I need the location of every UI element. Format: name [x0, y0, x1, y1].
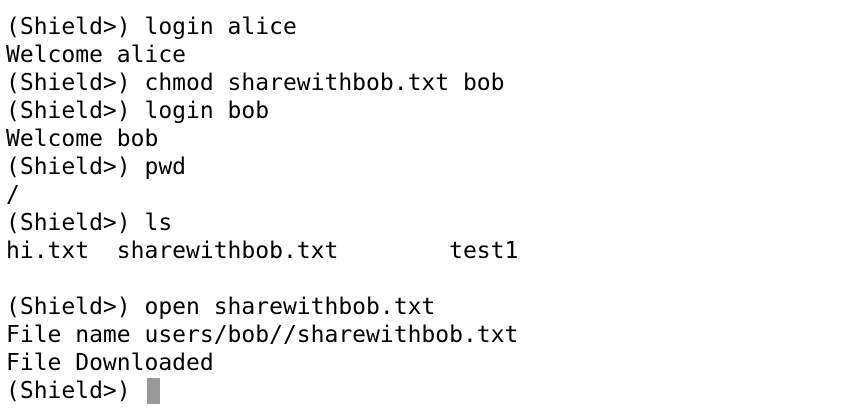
terminal-line: File name users/bob//sharewithbob.txt [6, 322, 519, 348]
terminal-line: (Shield>) chmod sharewithbob.txt bob [6, 70, 505, 96]
terminal-input-line[interactable]: (Shield>) [6, 377, 848, 405]
terminal-line: (Shield>) login alice [6, 14, 297, 40]
terminal-window[interactable]: (Shield>) login alice Welcome alice (Shi… [0, 0, 848, 416]
terminal-line: (Shield>) open sharewithbob.txt [6, 294, 436, 320]
terminal-prompt: (Shield>) [6, 378, 145, 404]
terminal-line: (Shield>) pwd [6, 154, 187, 180]
terminal-line: File Downloaded [6, 350, 214, 376]
terminal-line: Welcome alice [6, 42, 187, 68]
terminal-line: / [6, 182, 20, 208]
terminal-line: (Shield>) login bob [6, 98, 270, 124]
terminal-line: Welcome bob [6, 126, 159, 152]
terminal-line: (Shield>) ls [6, 210, 173, 236]
terminal-line: hi.txt sharewithbob.txt test1 [6, 238, 519, 264]
terminal-cursor[interactable] [147, 378, 161, 404]
